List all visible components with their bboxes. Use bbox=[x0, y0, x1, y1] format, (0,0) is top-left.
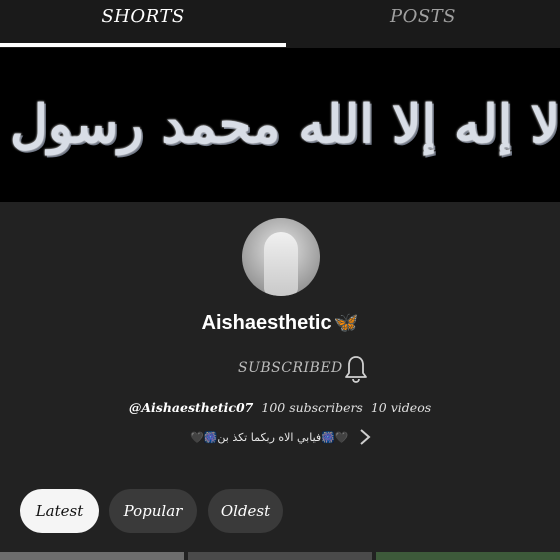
avatar-figure bbox=[264, 232, 298, 296]
butterfly-icon: 🦋 bbox=[333, 312, 359, 334]
channel-meta: @Aishaesthetic07 100 subscribers 10 videos bbox=[0, 400, 560, 415]
short-thumbnail[interactable] bbox=[376, 552, 560, 560]
filter-popular[interactable]: Popular bbox=[109, 489, 197, 533]
filter-oldest[interactable]: Oldest bbox=[208, 489, 283, 533]
filter-latest[interactable]: Latest bbox=[20, 489, 99, 533]
shorts-grid bbox=[0, 552, 560, 560]
tab-shorts[interactable]: SHORTS bbox=[0, 0, 286, 48]
video-count: 10 videos bbox=[370, 400, 432, 415]
channel-name: Aishaesthetic 🦋 bbox=[0, 310, 560, 335]
tab-bar: SHORTS POSTS bbox=[0, 0, 560, 48]
avatar[interactable] bbox=[242, 218, 320, 296]
chevron-right-icon[interactable] bbox=[358, 426, 372, 448]
short-thumbnail[interactable] bbox=[188, 552, 372, 560]
short-thumbnail[interactable] bbox=[0, 552, 184, 560]
banner-calligraphy: لا إله إلا الله محمد رسول الله bbox=[0, 94, 560, 155]
channel-description[interactable]: 🖤🎆فيابي الاه ربكما تكذ بن🎆🖤 bbox=[190, 428, 370, 448]
subscriber-count: 100 subscribers bbox=[261, 400, 363, 415]
channel-name-text: Aishaesthetic bbox=[201, 312, 332, 334]
subscribe-button[interactable]: SUBSCRIBED bbox=[238, 360, 343, 376]
tab-posts[interactable]: POSTS bbox=[286, 0, 560, 48]
bell-icon[interactable] bbox=[343, 354, 369, 384]
channel-banner: لا إله إلا الله محمد رسول الله bbox=[0, 48, 560, 202]
active-tab-indicator bbox=[0, 43, 286, 47]
channel-handle: @Aishaesthetic07 bbox=[128, 400, 254, 415]
